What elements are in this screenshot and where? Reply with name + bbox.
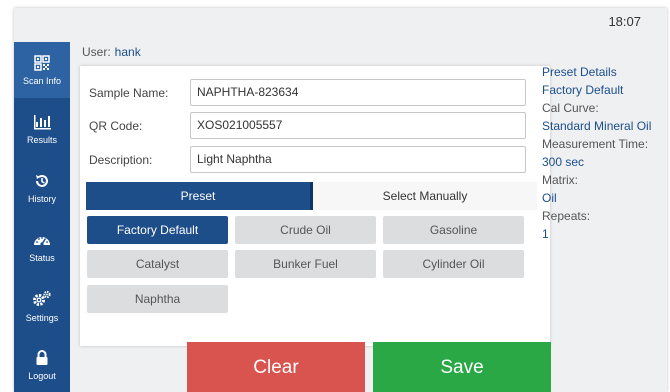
description-label: Description: (89, 153, 153, 167)
sidebar-item-history[interactable]: History (14, 160, 70, 216)
sidebar-item-label: Status (29, 252, 55, 263)
preset-naphtha[interactable]: Naphtha (87, 285, 228, 313)
tab-select-manually[interactable]: Select Manually (313, 182, 537, 210)
sidebar-item-label: Results (26, 134, 57, 145)
clock: 18:07 (608, 14, 641, 29)
measurement-time-value: 300 sec (542, 155, 585, 169)
preset-bunker-fuel[interactable]: Bunker Fuel (235, 250, 376, 278)
qr-code-input[interactable]: XOS021005557 (190, 112, 526, 139)
preset-catalyst[interactable]: Catalyst (87, 250, 228, 278)
scan-info-panel: Sample Name: NAPHTHA-823634 QR Code: XOS… (80, 66, 550, 346)
measurement-time-label: Measurement Time: (542, 137, 649, 151)
description-input[interactable]: Light Naphtha (190, 146, 526, 173)
preset-gasoline[interactable]: Gasoline (383, 216, 524, 244)
mode-tabs: Preset Select Manually (86, 182, 537, 210)
user-line: User: hank (82, 45, 141, 59)
clear-button[interactable]: Clear (187, 342, 365, 392)
sidebar-item-label: Settings (25, 312, 59, 323)
cal-curve-value: Standard Mineral Oil (542, 119, 652, 133)
sidebar-item-status[interactable]: Status (14, 219, 70, 275)
sidebar-item-label: Scan Info (22, 75, 62, 86)
matrix-label: Matrix: (542, 173, 578, 187)
tab-preset[interactable]: Preset (86, 182, 313, 210)
sidebar-item-results[interactable]: Results (14, 101, 70, 157)
repeats-label: Repeats: (542, 209, 591, 223)
sidebar-item-scan-info[interactable]: Scan Info (14, 42, 70, 98)
sidebar-item-settings[interactable]: Settings (14, 278, 70, 334)
app-screen: 18:07 Scan Info Results History Status S… (14, 8, 667, 392)
gears-icon (32, 290, 52, 308)
preset-details: Preset Details Factory Default Cal Curve… (542, 63, 666, 243)
sample-name-input[interactable]: NAPHTHA-823634 (190, 79, 526, 106)
user-label: User: (82, 45, 111, 59)
details-preset-name: Factory Default (542, 83, 624, 97)
repeats-value: 1 (542, 227, 549, 241)
details-heading: Preset Details (542, 65, 617, 79)
bar-chart-icon (33, 114, 51, 130)
cal-curve-label: Cal Curve: (542, 101, 599, 115)
history-icon (34, 173, 50, 189)
sidebar-item-logout[interactable]: Logout (14, 337, 70, 392)
matrix-value: Oil (542, 191, 557, 205)
sidebar-item-label: History (27, 193, 56, 204)
sample-name-label: Sample Name: (89, 86, 169, 100)
user-name: hank (114, 45, 141, 59)
qr-icon (34, 54, 50, 71)
sidebar-item-label: Logout (28, 370, 56, 381)
preset-factory-default[interactable]: Factory Default (87, 216, 228, 244)
qr-code-label: QR Code: (89, 119, 143, 133)
save-button[interactable]: Save (373, 342, 551, 392)
lock-icon (35, 349, 49, 366)
device-frame: 18:07 Scan Info Results History Status S… (0, 0, 670, 392)
gauge-icon (33, 232, 51, 248)
preset-cylinder-oil[interactable]: Cylinder Oil (383, 250, 524, 278)
sidebar: Scan Info Results History Status Setting… (14, 42, 70, 392)
preset-crude-oil[interactable]: Crude Oil (235, 216, 376, 244)
